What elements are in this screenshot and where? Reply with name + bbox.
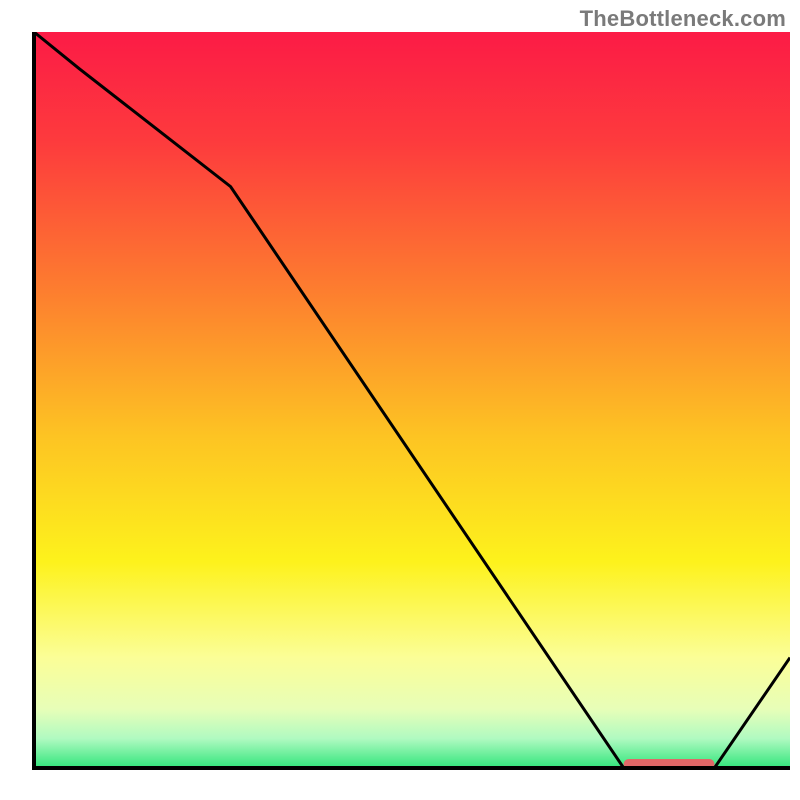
bottleneck-chart: TheBottleneck.com — [0, 0, 800, 800]
chart-svg — [0, 0, 800, 800]
gradient-background — [34, 32, 790, 768]
